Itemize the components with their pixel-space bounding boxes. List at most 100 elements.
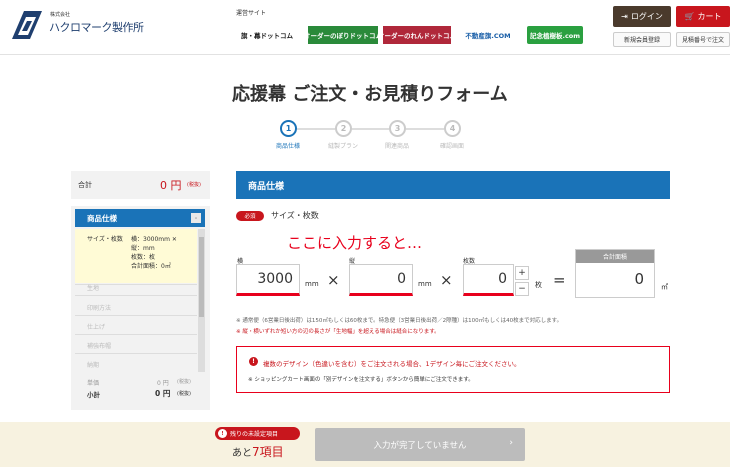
multiple-design-alert: ! 複数のデザイン（色違いを含む）をご注文される場合、1デザイン毎にご注文くださ… — [236, 346, 670, 393]
sidebar-item-fabric[interactable]: 生地 — [87, 283, 99, 292]
subtotal-label: 小計 — [87, 391, 100, 399]
total-area-label: 合計面積 — [576, 250, 654, 263]
sites-title: 運営サイト — [236, 10, 267, 17]
times-icon: × — [327, 271, 340, 289]
sidebar-item-delivery[interactable]: 納期 — [87, 360, 99, 369]
cart-icon: 🛒 — [684, 12, 695, 21]
unit-price-label: 単価 — [87, 380, 100, 387]
remaining-items-label: 残りの未設定項目 — [230, 431, 279, 438]
divider — [75, 315, 197, 316]
step-1-indicator: 1 — [280, 120, 297, 137]
equals-icon: = — [553, 271, 566, 289]
sewing-note: ※ 縦・横いずれか短い方の辺の長さが「生地幅」を超える場合は縫合になります。 — [236, 329, 440, 335]
sidebar-item-print-method[interactable]: 印刷方法 — [87, 303, 111, 312]
order-by-quote-button[interactable]: 見積番号で注文 — [676, 32, 730, 47]
site-link-nobori[interactable]: オーダーのぼりドットコム — [308, 26, 378, 44]
step-2-label: 縫製プラン — [327, 143, 358, 150]
cart-button-label: カート — [697, 12, 722, 21]
register-button[interactable]: 新規会員登録 — [613, 32, 671, 47]
logo-corporate-prefix: 株式会社 — [50, 12, 71, 18]
cart-button[interactable]: 🛒 カート — [676, 6, 730, 27]
count-unit: 枚 — [535, 281, 542, 289]
size-summary-width: 横：3000mm ✕ — [131, 236, 177, 243]
order-by-quote-label: 見積番号で注文 — [681, 37, 724, 44]
remaining-prefix: あと — [232, 448, 252, 459]
proceed-button-label: 入力が完了していません — [373, 440, 467, 451]
step-connector — [352, 128, 389, 130]
site-link-noren[interactable]: オーダーのれんドットコム — [383, 26, 451, 44]
alert-sub-message: ※ ショッピングカート画面の「別デザインを注文する」ボタンから簡単にご注文できま… — [248, 377, 474, 383]
login-button[interactable]: ⇥ ログイン — [613, 6, 671, 27]
step-connector — [406, 128, 444, 130]
width-input[interactable]: 3000 — [236, 264, 300, 296]
count-input[interactable]: 0 — [463, 264, 514, 296]
step-4-label: 確認画面 — [439, 143, 464, 150]
sidebar-item-reinforcement[interactable]: 補強布帽 — [87, 341, 111, 350]
site-link-label: オーダーのれんドットコム — [383, 32, 451, 40]
divider — [75, 353, 197, 354]
site-link-kinen[interactable]: 記念植樹板.com — [527, 26, 583, 44]
subtotal-value: 0 円 — [155, 389, 171, 398]
height-unit: mm — [418, 280, 432, 288]
count-decrement-button[interactable]: − — [515, 282, 529, 296]
height-input[interactable]: 0 — [349, 264, 413, 296]
scrollbar-thumb[interactable] — [199, 237, 204, 317]
step-2-indicator: 2 — [335, 120, 352, 137]
page-title: 応援幕 ご注文・お見積りフォーム — [232, 84, 508, 105]
step-4-indicator: 4 — [444, 120, 461, 137]
required-badge: 必須 — [236, 211, 264, 221]
collapse-icon[interactable]: - — [191, 213, 201, 223]
site-link-label: オーダーのぼりドットコム — [308, 32, 378, 40]
site-link-label: 不動産旗.COM — [465, 32, 511, 40]
order-summary-sidebar: 商品仕様 - サイズ・枚数 横：3000mm ✕ 縦：mm 枚数：枚 合計面積：… — [71, 206, 210, 410]
site-link-fudosan[interactable]: 不動産旗.COM — [457, 26, 519, 44]
step-3-label: 関連商品 — [384, 143, 409, 150]
divider — [75, 295, 197, 296]
site-link-label: 記念植樹板.com — [529, 32, 581, 40]
register-button-label: 新規会員登録 — [623, 37, 660, 44]
site-link-hata-maku[interactable]: 旗・幕ドットコム — [236, 26, 298, 44]
login-icon: ⇥ — [621, 12, 628, 21]
size-summary-detail: サイズ・枚数 横：3000mm ✕ 縦：mm 枚数：枚 合計面積：0㎡ — [75, 229, 197, 283]
width-unit: mm — [305, 280, 319, 288]
section-header-spec: 商品仕様 — [236, 171, 670, 199]
size-summary-label: サイズ・枚数 — [87, 236, 123, 243]
unit-price-value: 0 円 — [157, 380, 169, 387]
sidebar-item-finishing[interactable]: 仕上げ — [87, 322, 105, 331]
subtotal-tax-note: (税抜) — [177, 391, 191, 397]
alert-icon: ! — [249, 357, 258, 366]
sidebar-section-header[interactable]: 商品仕様 - — [75, 209, 205, 227]
section-header-label: 商品仕様 — [248, 181, 285, 192]
sidebar-scrollbar[interactable] — [198, 229, 205, 372]
order-total-box: 合計 0 円 (税抜) — [71, 171, 210, 199]
total-label: 合計 — [78, 181, 92, 189]
chevron-right-icon: › — [509, 438, 513, 448]
alert-message: 複数のデザイン（色違いを含む）をご注文される場合、1デザイン毎にご注文ください。 — [263, 360, 521, 368]
size-summary-area: 合計面積：0㎡ — [131, 263, 171, 270]
alert-icon: ! — [218, 429, 227, 438]
times-icon: × — [440, 271, 453, 289]
count-increment-button[interactable]: + — [515, 266, 529, 280]
total-area-value: 0 — [634, 270, 644, 288]
total-value: 0 円 — [160, 179, 182, 192]
proceed-button[interactable]: 入力が完了していません › — [315, 428, 525, 461]
unit-price-tax-note: (税抜) — [177, 379, 191, 385]
divider — [75, 334, 197, 335]
size-count-field-title: サイズ・枚数 — [271, 211, 319, 220]
remaining-number: 7項目 — [252, 445, 284, 459]
remaining-items-badge: ! 残りの未設定項目 — [215, 427, 300, 440]
step-3-indicator: 3 — [389, 120, 406, 137]
logo-company-name[interactable]: ハクロマーク製作所 — [49, 19, 144, 35]
step-connector — [297, 128, 335, 130]
size-summary-height: 縦：mm — [131, 245, 155, 252]
company-logo-icon[interactable] — [10, 9, 44, 41]
step-1-label: 商品仕様 — [275, 143, 300, 150]
input-hint-overlay: ここに入力すると… — [287, 234, 423, 252]
remaining-items-count: あと7項目 — [232, 443, 284, 460]
size-summary-count: 枚数：枚 — [131, 254, 156, 261]
login-button-label: ログイン — [630, 12, 663, 21]
total-tax-note: (税抜) — [187, 182, 201, 188]
sidebar-section-label: 商品仕様 — [87, 213, 117, 223]
total-area-display: 合計面積 0 — [575, 249, 655, 298]
total-area-unit: ㎡ — [661, 283, 668, 291]
